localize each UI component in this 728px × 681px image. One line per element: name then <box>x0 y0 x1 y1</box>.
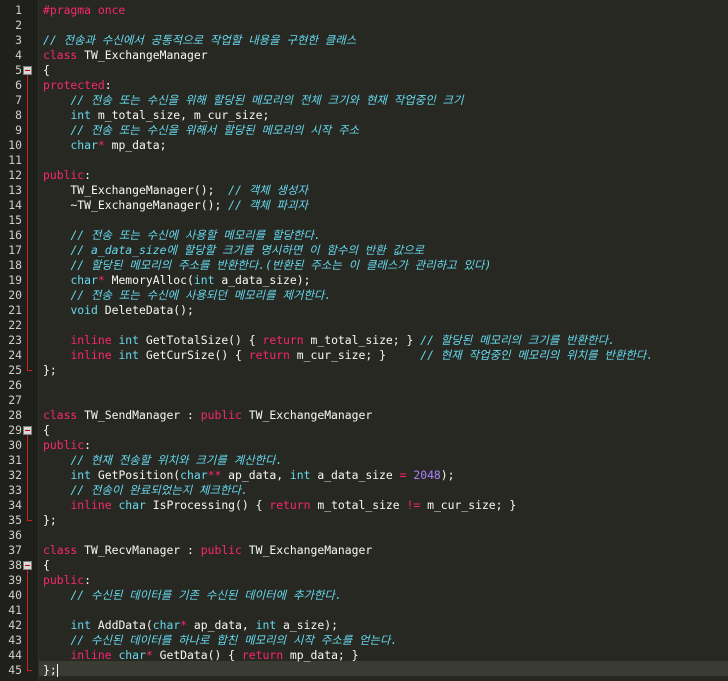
code-line[interactable]: #pragma once <box>43 3 125 18</box>
line-number: 36 <box>8 528 22 542</box>
line-number: 6 <box>15 78 22 92</box>
code-area[interactable]: #pragma once // 전송과 수신에서 공통적으로 작업할 내용을 구현… <box>38 0 728 681</box>
code-line[interactable]: class TW_RecvManager : public TW_Exchang… <box>43 543 372 558</box>
line-number: 24 <box>8 348 22 362</box>
code-line[interactable]: }; <box>43 513 57 528</box>
code-line[interactable]: // 전송 또는 수신에 사용할 메모리를 할당한다. <box>43 228 320 243</box>
line-number: 39 <box>8 573 22 587</box>
code-line[interactable]: void DeleteData(); <box>43 303 193 318</box>
code-line[interactable]: ~TW_ExchangeManager(); // 객체 파괴자 <box>43 198 308 213</box>
line-number: 38 <box>8 558 22 572</box>
text-caret <box>56 664 58 677</box>
code-line[interactable]: // 할당된 메모리의 주소를 반환한다.(반환된 주소는 이 클래스가 관리하… <box>43 258 491 273</box>
fold-range-line <box>27 435 28 520</box>
code-line[interactable]: // 전송 또는 수신에 사용되던 메모리를 제거한다. <box>43 288 331 303</box>
line-number: 42 <box>8 618 22 632</box>
line-number: 14 <box>8 198 22 212</box>
code-line[interactable]: // 전송 또는 수신을 위해서 할당된 메모리의 시작 주소 <box>43 123 359 138</box>
line-number: 19 <box>8 273 22 287</box>
line-number: 4 <box>15 48 22 62</box>
line-number: 29 <box>8 423 22 437</box>
line-number: 12 <box>8 168 22 182</box>
line-number: 31 <box>8 453 22 467</box>
code-line[interactable]: TW_ExchangeManager(); // 객체 생성자 <box>43 183 308 198</box>
line-number: 15 <box>8 213 22 227</box>
line-number: 32 <box>8 468 22 482</box>
code-line[interactable]: char* mp_data; <box>43 138 166 153</box>
line-number: 28 <box>8 408 22 422</box>
code-line[interactable]: }; <box>43 663 58 678</box>
line-number: 10 <box>8 138 22 152</box>
code-line[interactable]: }; <box>43 363 57 378</box>
fold-end-marker <box>27 670 32 671</box>
code-line[interactable]: int AddData(char* ap_data, int a_size); <box>43 618 338 633</box>
line-number: 23 <box>8 333 22 347</box>
fold-range-line <box>27 75 28 370</box>
fold-end-marker <box>27 370 32 371</box>
code-line[interactable]: { <box>43 63 50 78</box>
line-number: 35 <box>8 513 22 527</box>
code-line[interactable]: // 수신된 데이터를 기존 수신된 데이터에 추가한다. <box>43 588 341 603</box>
code-line[interactable]: // 수신된 데이터를 하나로 합친 메모리의 시작 주소를 얻는다. <box>43 633 397 648</box>
line-number: 21 <box>8 303 22 317</box>
line-number: 45 <box>8 663 22 677</box>
line-number: 27 <box>8 393 22 407</box>
code-line[interactable]: // 현재 전송할 위치와 크기를 계산한다. <box>43 453 282 468</box>
line-number: 34 <box>8 498 22 512</box>
line-number: 2 <box>15 18 22 32</box>
line-number: 26 <box>8 378 22 392</box>
fold-end-marker <box>27 520 32 521</box>
code-line[interactable]: public: <box>43 168 91 183</box>
code-line[interactable]: public: <box>43 438 91 453</box>
fold-toggle-icon[interactable] <box>23 426 32 435</box>
line-number: 11 <box>8 153 22 167</box>
line-number: 17 <box>8 243 22 257</box>
code-line[interactable]: // 전송과 수신에서 공통적으로 작업할 내용을 구현한 클래스 <box>43 33 356 48</box>
fold-toggle-icon[interactable] <box>23 561 32 570</box>
code-line[interactable]: class TW_ExchangeManager <box>43 48 208 63</box>
line-number: 30 <box>8 438 22 452</box>
line-number: 40 <box>8 588 22 602</box>
line-number: 9 <box>15 123 22 137</box>
code-line[interactable]: char* MemoryAlloc(int a_data_size); <box>43 273 310 288</box>
line-number: 33 <box>8 483 22 497</box>
line-number: 25 <box>8 363 22 377</box>
line-number: 18 <box>8 258 22 272</box>
code-line[interactable]: // 전송이 완료되었는지 체크한다. <box>43 483 247 498</box>
code-line[interactable]: // 전송 또는 수신을 위해 할당된 메모리의 전체 크기와 현재 작업중인 … <box>43 93 463 108</box>
fold-toggle-icon[interactable] <box>23 66 32 75</box>
line-number: 22 <box>8 318 22 332</box>
code-line[interactable]: int m_total_size, m_cur_size; <box>43 108 269 123</box>
fold-range-line <box>27 570 28 670</box>
line-number: 5 <box>15 63 22 77</box>
code-line[interactable]: // a_data_size에 할당할 크기를 명시하면 이 함수의 반환 값으… <box>43 243 424 258</box>
line-number: 41 <box>8 603 22 617</box>
line-number: 20 <box>8 288 22 302</box>
line-number: 3 <box>15 33 22 47</box>
code-line[interactable]: inline char* GetData() { return mp_data;… <box>43 648 358 663</box>
code-line[interactable]: inline int GetTotalSize() { return m_tot… <box>43 333 615 348</box>
line-number: 13 <box>8 183 22 197</box>
code-line[interactable]: int GetPosition(char** ap_data, int a_da… <box>43 468 454 483</box>
line-number: 37 <box>8 543 22 557</box>
code-line[interactable]: protected: <box>43 78 112 93</box>
code-line[interactable]: inline int GetCurSize() { return m_cur_s… <box>43 348 653 363</box>
line-number: 1 <box>15 3 22 17</box>
code-line[interactable]: class TW_SendManager : public TW_Exchang… <box>43 408 372 423</box>
code-line[interactable]: { <box>43 558 50 573</box>
line-number: 16 <box>8 228 22 242</box>
code-editor[interactable]: 1 2 3 4 5 6 7 8 9 10 11 12 13 14 15 16 17 18 19 20 21 22 23 24 2… <box>0 0 728 681</box>
line-number-gutter: 1 2 3 4 5 6 7 8 9 10 11 12 13 14 15 16 17 18 19 20 21 22 23 24 2… <box>0 0 39 681</box>
code-line[interactable]: { <box>43 423 50 438</box>
code-line[interactable]: inline char IsProcessing() { return m_to… <box>43 498 516 513</box>
line-number: 43 <box>8 633 22 647</box>
code-line[interactable]: public: <box>43 573 91 588</box>
line-number: 44 <box>8 648 22 662</box>
line-number: 7 <box>15 93 22 107</box>
line-number: 8 <box>15 108 22 122</box>
